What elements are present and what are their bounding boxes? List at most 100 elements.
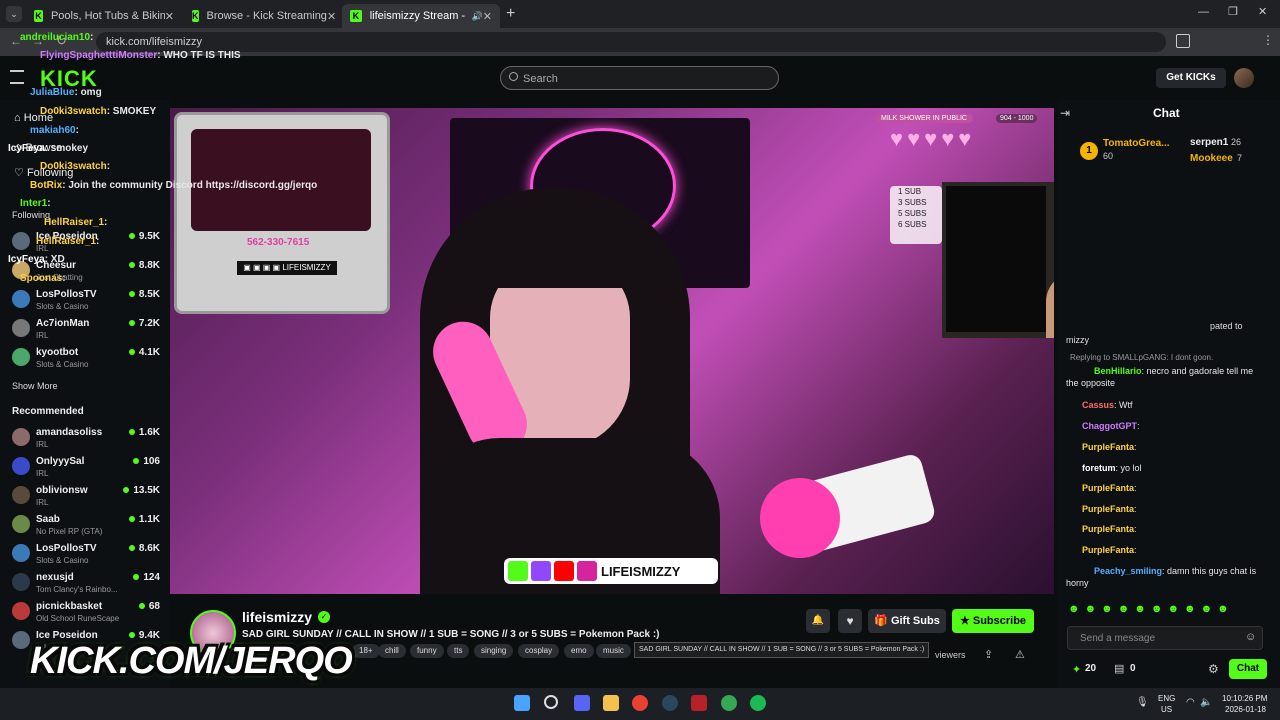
chat-username[interactable]: BenHillario (1094, 366, 1142, 376)
minimize-button[interactable]: — (1198, 6, 1209, 18)
new-tab-button[interactable]: + (506, 5, 515, 23)
follow-button[interactable]: ♥ (838, 609, 862, 633)
sidebar-channel-kyootbot[interactable]: kyootbot Slots & Casino 4.1K (12, 346, 162, 374)
points-icon: ✦ (1072, 664, 1082, 676)
show-more-link[interactable]: Show More (12, 381, 58, 391)
sidebar-channel-amandasoliss[interactable]: amandasoliss IRL 1.6K (12, 426, 162, 454)
chat-username[interactable]: PurpleFanta (1082, 504, 1134, 514)
leaderboard-name[interactable]: Mookeee (1190, 153, 1233, 164)
extensions-icon[interactable] (1176, 34, 1190, 48)
avatar (12, 290, 30, 308)
volume-icon[interactable]: 🔈 (1200, 697, 1212, 708)
language-indicator[interactable]: ENG (1158, 694, 1175, 703)
clock-time[interactable]: 10:10:26 PM (1222, 694, 1267, 703)
recommended-heading: Recommended (12, 406, 84, 417)
get-kicks-button[interactable]: Get KICKs (1156, 68, 1226, 88)
sidebar-channel-ac7ionman[interactable]: Ac7ionMan IRL 7.2K (12, 317, 162, 345)
chat-username[interactable]: foretum (1082, 463, 1116, 473)
taskbar-search-icon[interactable] (544, 695, 558, 709)
overlay-chat-user: Do0ki3swatch (40, 161, 107, 172)
notifications-button[interactable]: 🔔 (806, 609, 830, 633)
close-tab-icon[interactable]: ✕ (165, 10, 174, 23)
chat-text: : (1137, 421, 1140, 431)
channel-category: Slots & Casino (36, 360, 89, 369)
sidebar-channel-lospollostv-2[interactable]: LosPollosTV Slots & Casino 8.6K (12, 542, 162, 570)
tag-18plus[interactable]: 18+ (352, 644, 380, 658)
subscribe-button[interactable]: ★ Subscribe (952, 609, 1034, 633)
sidebar-channel-nexusjd[interactable]: nexusjd Tom Clancy's Rainbo... 124 (12, 571, 162, 599)
channel-name: kyootbot (36, 347, 79, 358)
tab-search-button[interactable]: ⌄ (6, 6, 22, 22)
channel-name: Ac7ionMan (36, 318, 90, 329)
avatar (12, 544, 30, 562)
windows-start-icon[interactable] (514, 695, 530, 711)
overlay-chat-text: : SMOKEY (106, 106, 157, 117)
chat-username[interactable]: PurpleFanta (1082, 483, 1134, 493)
collapse-chat-icon[interactable]: ⇥ (1060, 106, 1070, 120)
leaderboard-name[interactable]: TomatoGrea... (1103, 138, 1170, 149)
chat-username[interactable]: PurpleFanta (1082, 524, 1134, 534)
chrome-active-icon[interactable] (721, 695, 737, 711)
sidebar-channel-lospollostv[interactable]: LosPollosTV Slots & Casino 8.5K (12, 288, 162, 316)
streamer-bangs (470, 218, 650, 288)
emoji-icon[interactable]: ☺ (1245, 631, 1256, 643)
overlay-chat-user: JuliaBlue (30, 87, 75, 98)
spotify-icon[interactable] (750, 695, 766, 711)
overlay-chat-message: makiah60: (30, 125, 79, 136)
chat-username[interactable]: PurpleFanta (1082, 545, 1134, 555)
close-tab-icon[interactable]: ✕ (483, 10, 492, 23)
file-explorer-icon[interactable] (603, 695, 619, 711)
chat-message: PurpleFanta: (1066, 441, 1266, 453)
sidebar-channel-saab[interactable]: Saab No Pixel RP (GTA) 1.1K (12, 513, 162, 541)
browser-tab-3[interactable]: K lifeismizzy Stream - Watch 🔊 ✕ (342, 4, 500, 28)
channel-category: Old School RuneScape (36, 614, 120, 623)
share-icon[interactable]: ⇪ (984, 648, 993, 661)
overlay-chat-message: HellRaiser_1: (36, 236, 99, 247)
steam-icon[interactable] (662, 695, 678, 711)
chat-username[interactable]: Cassus (1082, 400, 1114, 410)
close-tab-icon[interactable]: ✕ (327, 10, 336, 23)
tag-cosplay[interactable]: cosplay (518, 644, 560, 658)
chrome-icon[interactable] (632, 695, 648, 711)
avatar (12, 319, 30, 337)
sidebar-channel-onlyyysal[interactable]: OnlyyySal IRL 106 (12, 455, 162, 483)
chat-username[interactable]: PurpleFanta (1082, 442, 1134, 452)
viewer-count: 8.5K (129, 289, 160, 300)
channel-category: IRL (36, 498, 49, 507)
close-window-button[interactable]: ✕ (1258, 5, 1267, 18)
send-chat-button[interactable]: Chat (1229, 659, 1267, 679)
chat-settings-icon[interactable]: ⚙ (1208, 662, 1219, 676)
browser-tab-2[interactable]: K Browse - Kick Streaming ✕ (184, 4, 340, 28)
discord-icon[interactable] (574, 695, 590, 711)
tag-tts[interactable]: tts (447, 644, 470, 658)
maximize-button[interactable]: ❐ (1228, 5, 1238, 18)
user-avatar[interactable] (1234, 68, 1254, 88)
chat-input[interactable]: Send a message (1067, 626, 1263, 650)
leaderboard-name[interactable]: serpen1 (1190, 137, 1228, 148)
search-input[interactable]: Search (500, 66, 779, 90)
sidebar-channel-picnickbasket[interactable]: picnickbasket Old School RuneScape 68 (12, 600, 162, 628)
chat-message: Cassus: Wtf (1066, 399, 1266, 411)
hamburger-menu-icon[interactable] (10, 70, 24, 84)
browser-menu-icon[interactable]: ⋮ (1262, 33, 1274, 47)
sidebar-channel-oblivionsw[interactable]: oblivionsw IRL 13.5K (12, 484, 162, 512)
chat-username[interactable]: Peachy_smiling (1094, 566, 1162, 576)
tag-chill[interactable]: chill (378, 644, 406, 658)
wifi-icon[interactable]: ◠ (1186, 697, 1195, 708)
url-field[interactable]: kick.com/lifeismizzy (96, 32, 1166, 52)
tag-funny[interactable]: funny (410, 644, 444, 658)
tag-emo[interactable]: emo (564, 644, 594, 658)
report-icon[interactable]: ⚠ (1015, 648, 1025, 661)
tag-music[interactable]: music (596, 644, 631, 658)
channel-name[interactable]: lifeismizzy (242, 609, 312, 625)
star-icon: ★ (959, 615, 973, 627)
browser-tab-1[interactable]: K Pools, Hot Tubs & Bikinis Strea ✕ (26, 4, 182, 28)
webcam-overlay (942, 182, 1054, 338)
streaming-app-icon[interactable] (691, 695, 707, 711)
microphone-tray-icon[interactable]: 🎙 (1136, 697, 1149, 708)
speaker-icon[interactable]: 🔊 (472, 11, 483, 22)
rewards-icon[interactable]: ▤ (1114, 662, 1124, 675)
gift-subs-button[interactable]: 🎁 Gift Subs (868, 609, 946, 633)
tag-singing[interactable]: singing (474, 644, 514, 658)
chat-username[interactable]: ChaggotGPT (1082, 421, 1137, 431)
